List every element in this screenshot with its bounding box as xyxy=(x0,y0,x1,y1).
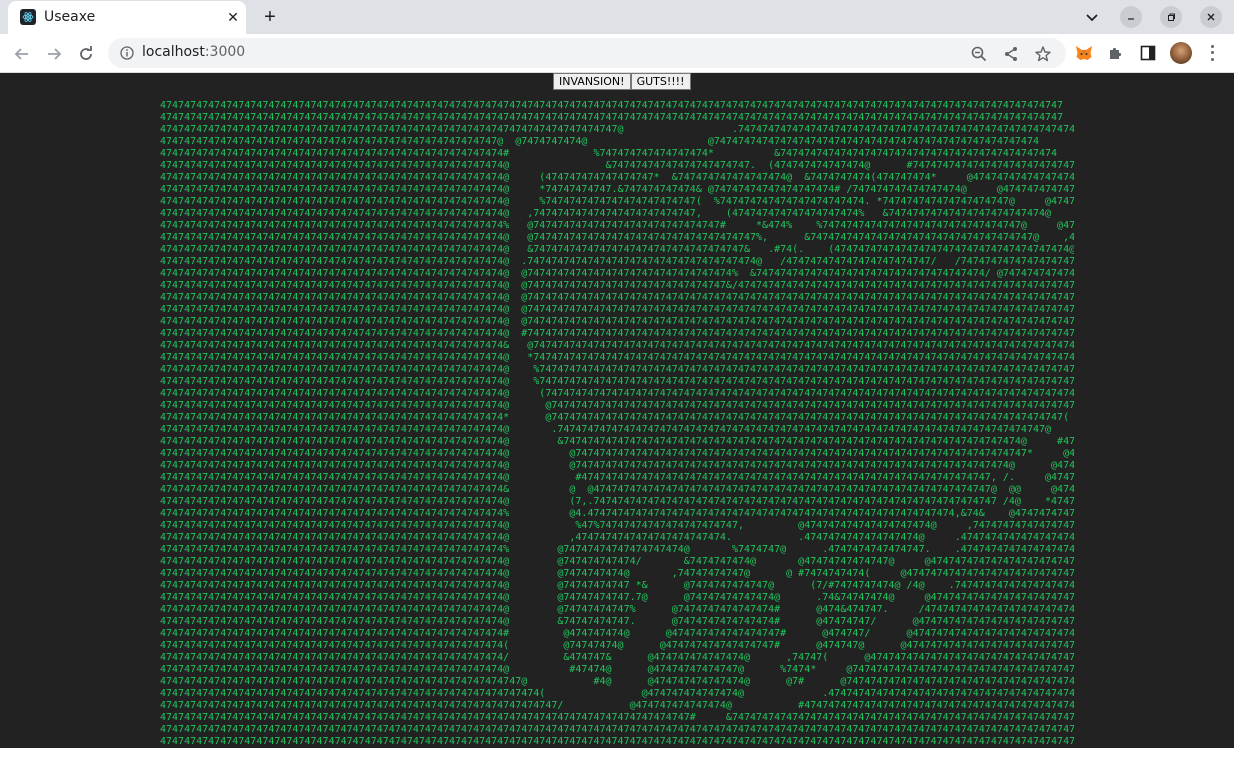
tab-strip: Useaxe ✕ + xyxy=(0,0,1234,34)
ascii-line: 4747474747474747474747474747474747474747… xyxy=(160,388,1074,399)
bookmark-star-icon[interactable] xyxy=(1034,45,1052,63)
ascii-line: 4747474747474747474747474747474747474747… xyxy=(160,328,1074,339)
ascii-line: 4747474747474747474747474747474747474747… xyxy=(160,292,1074,303)
ascii-line: 4747474747474747474747474747474747474747… xyxy=(160,460,1074,471)
side-panel-icon[interactable] xyxy=(1138,43,1158,63)
invansion-button[interactable]: INVANSION! xyxy=(553,73,631,90)
ascii-line: 4747474747474747474747474747474747474747… xyxy=(160,676,1074,687)
ascii-line: 4747474747474747474747474747474747474747… xyxy=(160,424,1052,435)
ascii-line: 4747474747474747474747474747474747474747… xyxy=(160,100,1064,111)
ascii-line: 4747474747474747474747474747474747474747… xyxy=(160,688,1074,699)
ascii-line: 4747474747474747474747474747474747474747… xyxy=(160,580,1074,591)
ascii-line: 4747474747474747474747474747474747474747… xyxy=(160,412,1070,423)
react-favicon-icon xyxy=(20,9,36,25)
back-arrow-icon[interactable] xyxy=(11,43,33,65)
reload-icon[interactable] xyxy=(75,43,97,65)
ascii-line: 4747474747474747474747474747474747474747… xyxy=(160,508,1074,519)
ascii-line: 4747474747474747474747474747474747474747… xyxy=(160,352,1074,363)
browser-toolbar: localhost:3000 xyxy=(0,34,1234,73)
ascii-line: 4747474747474747474747474747474747474747… xyxy=(160,232,1074,243)
ascii-line: 4747474747474747474747474747474747474747… xyxy=(160,604,1074,615)
ascii-line: 4747474747474747474747474747474747474747… xyxy=(160,472,1074,483)
ascii-line: 4747474747474747474747474747474747474747… xyxy=(160,256,1074,267)
site-info-icon[interactable] xyxy=(120,46,134,60)
ascii-line: 4747474747474747474747474747474747474747… xyxy=(160,112,1064,123)
share-icon[interactable] xyxy=(1002,45,1020,63)
ascii-line: 4747474747474747474747474747474747474747… xyxy=(160,544,1074,555)
ascii-line: 4747474747474747474747474747474747474747… xyxy=(160,712,1074,723)
ascii-line: 4747474747474747474747474747474747474747… xyxy=(160,592,1074,603)
browser-menu-icon[interactable] xyxy=(1204,43,1220,63)
ascii-art: 4747474747474747474747474747474747474747… xyxy=(160,100,1074,748)
ascii-line: 4747474747474747474747474747474747474747… xyxy=(160,136,1039,147)
close-window-icon[interactable] xyxy=(1200,6,1222,28)
ascii-line: 4747474747474747474747474747474747474747… xyxy=(160,532,1074,543)
ascii-line: 4747474747474747474747474747474747474747… xyxy=(160,724,1074,735)
ascii-line: 4747474747474747474747474747474747474747… xyxy=(160,268,1074,279)
ascii-line: 4747474747474747474747474747474747474747… xyxy=(160,172,1074,183)
url-port: :3000 xyxy=(204,44,246,60)
ascii-line: 4747474747474747474747474747474747474747… xyxy=(160,376,1074,387)
ascii-line: 4747474747474747474747474747474747474747… xyxy=(160,436,1074,447)
ascii-line: 4747474747474747474747474747474747474747… xyxy=(160,280,1074,291)
ascii-line: 4747474747474747474747474747474747474747… xyxy=(160,364,1074,375)
ascii-line: 4747474747474747474747474747474747474747… xyxy=(160,124,1074,135)
ascii-line: 4747474747474747474747474747474747474747… xyxy=(160,616,1074,627)
metamask-fox-icon[interactable] xyxy=(1074,43,1094,63)
url-host: localhost xyxy=(142,44,205,60)
ascii-line: 4747474747474747474747474747474747474747… xyxy=(160,184,1074,195)
ascii-line: 4747474747474747474747474747474747474747… xyxy=(160,244,1074,255)
zoom-out-icon[interactable] xyxy=(970,45,988,63)
tab-title: Useaxe xyxy=(44,9,96,25)
ascii-line: 4747474747474747474747474747474747474747… xyxy=(160,736,1074,747)
profile-avatar[interactable] xyxy=(1170,42,1192,64)
ascii-line: 4747474747474747474747474747474747474747… xyxy=(160,448,1074,459)
ascii-line: 4747474747474747474747474747474747474747… xyxy=(160,148,1058,159)
ascii-line: 4747474747474747474747474747474747474747… xyxy=(160,556,1074,567)
ascii-line: 4747474747474747474747474747474747474747… xyxy=(160,568,1074,579)
forward-arrow-icon[interactable] xyxy=(43,43,65,65)
ascii-line: 4747474747474747474747474747474747474747… xyxy=(160,628,1074,639)
ascii-line: 4747474747474747474747474747474747474747… xyxy=(160,400,1074,411)
ascii-line: 4747474747474747474747474747474747474747… xyxy=(160,640,1074,651)
minimize-icon[interactable] xyxy=(1120,6,1142,28)
extensions-puzzle-icon[interactable] xyxy=(1106,43,1126,63)
ascii-line: 4747474747474747474747474747474747474747… xyxy=(160,340,1074,351)
ascii-line: 4747474747474747474747474747474747474747… xyxy=(160,160,1074,171)
tab-search-chevron-down-icon[interactable] xyxy=(1082,7,1102,27)
ascii-line: 4747474747474747474747474747474747474747… xyxy=(160,652,1074,663)
ascii-line: 4747474747474747474747474747474747474747… xyxy=(160,208,1052,219)
ascii-line: 4747474747474747474747474747474747474747… xyxy=(160,316,1074,327)
tab-close-icon[interactable]: ✕ xyxy=(224,8,242,26)
new-tab-icon[interactable]: + xyxy=(259,6,281,28)
ascii-line: 4747474747474747474747474747474747474747… xyxy=(160,496,1074,507)
browser-tab[interactable]: Useaxe ✕ xyxy=(8,1,246,34)
button-bar: INVANSION! GUTS!!!! xyxy=(553,73,691,91)
guts-button[interactable]: GUTS!!!! xyxy=(630,73,691,90)
ascii-line: 4747474747474747474747474747474747474747… xyxy=(160,220,1074,231)
restore-icon[interactable] xyxy=(1160,6,1182,28)
url-text: localhost:3000 xyxy=(142,44,245,60)
ascii-line: 4747474747474747474747474747474747474747… xyxy=(160,520,1074,531)
ascii-line: 4747474747474747474747474747474747474747… xyxy=(160,484,1074,495)
ascii-line: 4747474747474747474747474747474747474747… xyxy=(160,664,1074,675)
address-bar[interactable]: localhost:3000 xyxy=(108,38,1066,68)
ascii-line: 4747474747474747474747474747474747474747… xyxy=(160,196,1074,207)
ascii-line: 4747474747474747474747474747474747474747… xyxy=(160,304,1074,315)
ascii-line: 4747474747474747474747474747474747474747… xyxy=(160,700,1074,711)
page-viewport: INVANSION! GUTS!!!! 47474747474747474747… xyxy=(0,73,1234,748)
